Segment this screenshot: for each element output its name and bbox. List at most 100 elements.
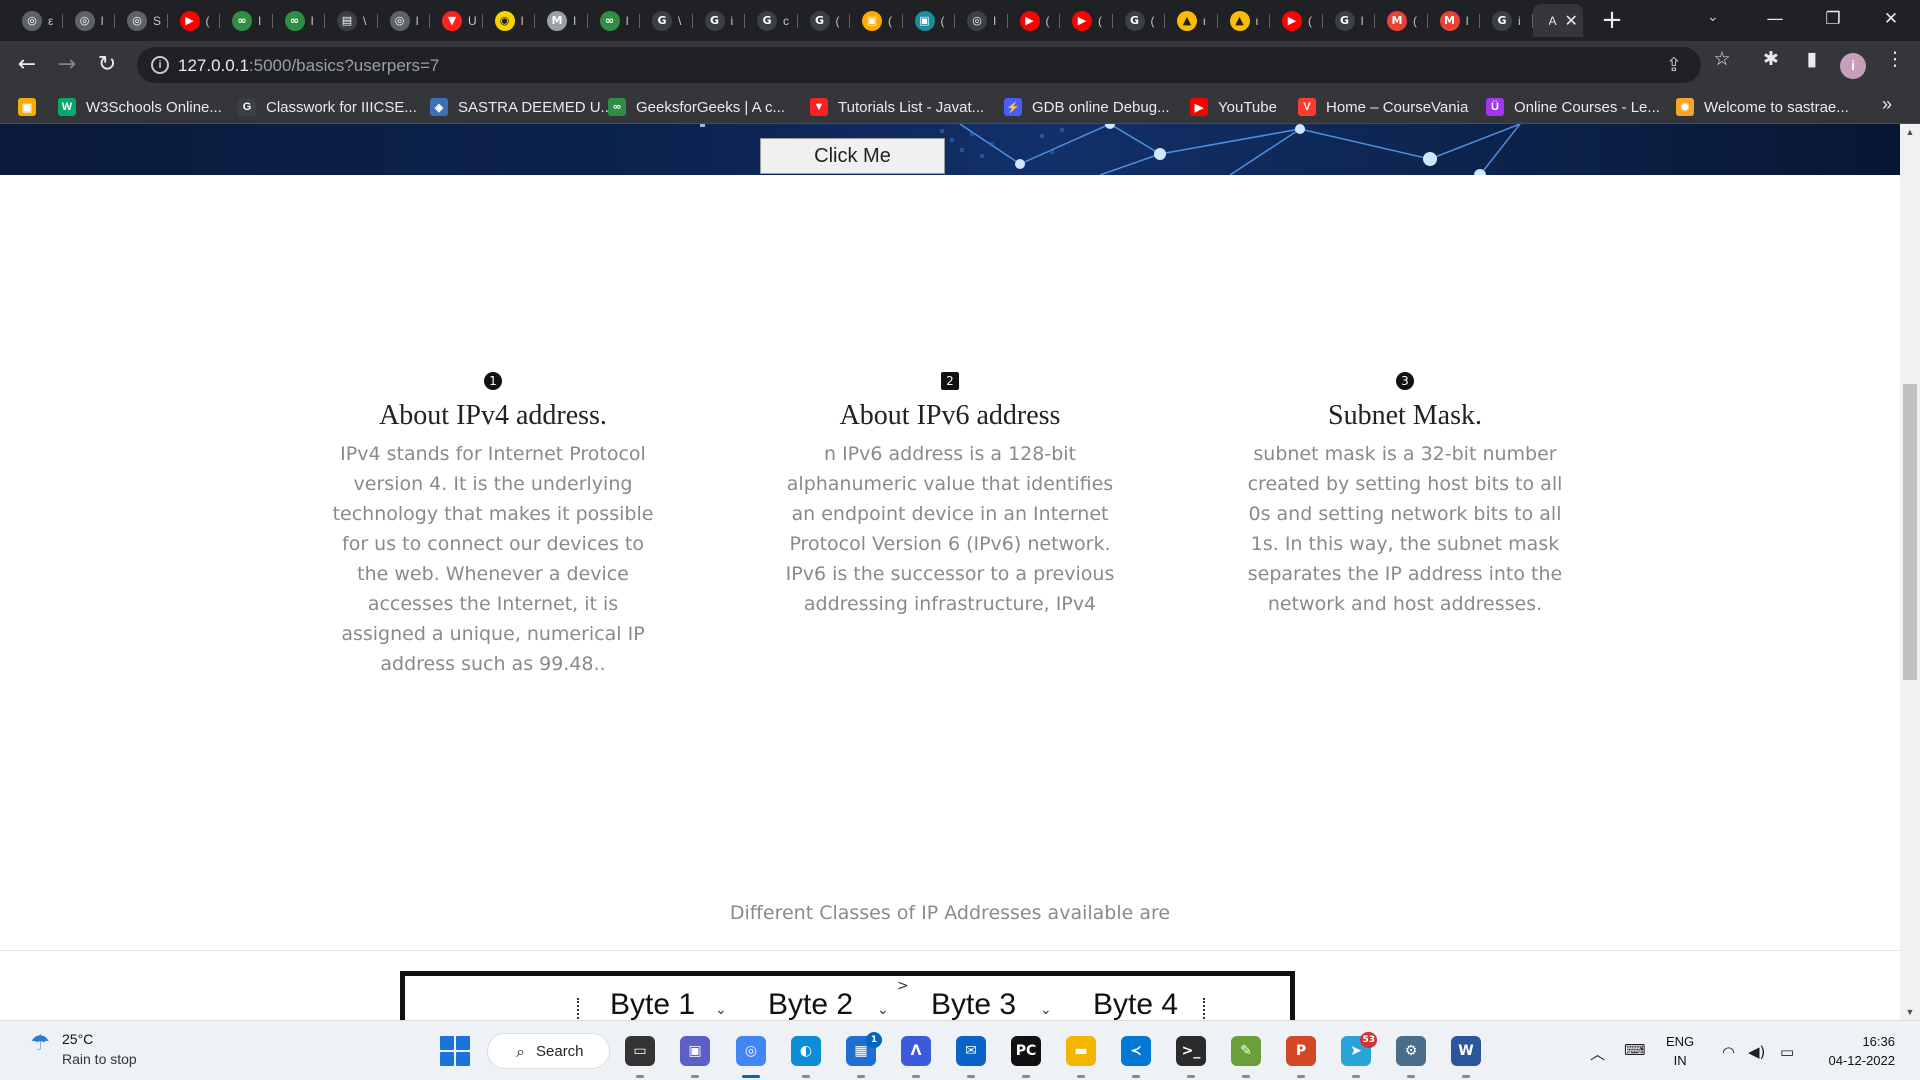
- close-window-button[interactable]: ✕: [1868, 4, 1914, 34]
- notification-badge: 1: [866, 1032, 882, 1048]
- bookmark-item[interactable]: ▣: [18, 96, 46, 118]
- browser-tab[interactable]: ∞ I: [588, 4, 641, 37]
- bookmark-item[interactable]: ∞ GeeksforGeeks | A c...: [608, 96, 785, 118]
- bookmark-star-icon[interactable]: ☆: [1709, 46, 1735, 72]
- browser-tab[interactable]: ▲ ι: [1218, 4, 1271, 37]
- clock-time: 16:36: [1862, 1034, 1895, 1049]
- wifi-icon[interactable]: ◠: [1722, 1043, 1735, 1061]
- scroll-up-button[interactable]: ▲: [1900, 124, 1920, 140]
- extensions-icon[interactable]: ✱: [1758, 46, 1784, 72]
- browser-tab[interactable]: Gc: [745, 4, 798, 37]
- restore-button[interactable]: ❐: [1810, 4, 1856, 34]
- browser-tab[interactable]: M(: [1375, 4, 1428, 37]
- vscode-icon[interactable]: ≺: [1121, 1036, 1151, 1066]
- browser-tab[interactable]: ▶(: [1008, 4, 1061, 37]
- reload-button[interactable]: ↻: [92, 50, 122, 80]
- browser-tab[interactable]: Gi: [693, 4, 746, 37]
- browser-tab[interactable]: ◎ I: [63, 4, 116, 37]
- forward-button[interactable]: →: [52, 50, 82, 80]
- bookmark-item[interactable]: ▼ Tutorials List - Javat...: [810, 96, 984, 118]
- browser-tab[interactable]: ∞ I: [273, 4, 326, 37]
- volume-icon[interactable]: ◀): [1748, 1043, 1765, 1061]
- click-me-button[interactable]: Click Me: [760, 138, 945, 174]
- browser-tab[interactable]: ▶(: [1270, 4, 1323, 37]
- bookmark-item[interactable]: ⚡ GDB online Debug...: [1004, 96, 1170, 118]
- browser-tab[interactable]: G(: [798, 4, 851, 37]
- taskbar-search[interactable]: ⌕ Search: [487, 1033, 610, 1069]
- edge-icon[interactable]: ◐: [791, 1036, 821, 1066]
- browser-tab[interactable]: G(: [1113, 4, 1166, 37]
- word-icon[interactable]: W: [1451, 1036, 1481, 1066]
- photos-icon[interactable]: ✎: [1231, 1036, 1261, 1066]
- weather-widget[interactable]: ☂ 25°C Rain to stop: [30, 1031, 137, 1067]
- language-indicator[interactable]: ENG IN: [1666, 1032, 1694, 1070]
- powerpoint-icon[interactable]: P: [1286, 1036, 1316, 1066]
- mail-icon[interactable]: ✉: [956, 1036, 986, 1066]
- active-browser-tab[interactable]: A ✕: [1532, 4, 1583, 37]
- browser-tab[interactable]: ◎ I: [378, 4, 431, 37]
- close-tab-icon[interactable]: ✕: [1565, 11, 1578, 31]
- keyboard-icon[interactable]: ⌨: [1624, 1041, 1646, 1059]
- address-bar[interactable]: i 127.0.0.1:5000/basics?userpers=7 ⇪: [137, 47, 1701, 83]
- new-tab-button[interactable]: +: [1598, 7, 1626, 35]
- settings-icon[interactable]: ⚙: [1396, 1036, 1426, 1066]
- start-button[interactable]: [440, 1036, 470, 1066]
- page-scrollbar[interactable]: ▲ ▼: [1900, 124, 1920, 1020]
- url-text[interactable]: 127.0.0.1:5000/basics?userpers=7: [178, 56, 439, 76]
- telegram-icon[interactable]: ➤ 53: [1341, 1032, 1377, 1066]
- bookmark-item[interactable]: W W3Schools Online...: [58, 96, 222, 118]
- bookmark-item[interactable]: Ü Online Courses - Le...: [1486, 96, 1660, 118]
- folder-icon[interactable]: ▬: [1066, 1036, 1096, 1066]
- tray-overflow-icon[interactable]: ︿: [1590, 1043, 1605, 1064]
- side-panel-icon[interactable]: ▮: [1799, 46, 1825, 72]
- site-info-icon[interactable]: i: [151, 56, 169, 74]
- bookmark-item[interactable]: G Classwork for IIICSE...: [238, 96, 417, 118]
- pycharm-icon[interactable]: PC: [1011, 1036, 1041, 1066]
- system-clock[interactable]: 16:36 04-12-2022: [1815, 1032, 1896, 1070]
- google-icon: G: [1334, 10, 1355, 31]
- browser-tab[interactable]: ∞ I: [220, 4, 273, 37]
- browser-tab[interactable]: ▤ \: [325, 4, 378, 37]
- browser-tab[interactable]: ◎ S: [115, 4, 168, 37]
- azure-icon[interactable]: Λ: [901, 1036, 931, 1066]
- minimize-button[interactable]: —: [1752, 4, 1798, 34]
- tab-search-button[interactable]: ⌄: [1707, 8, 1719, 25]
- browser-tab[interactable]: G \: [640, 4, 693, 37]
- chrome-icon[interactable]: ◎: [736, 1036, 766, 1066]
- browser-tab[interactable]: ▣(: [850, 4, 903, 37]
- bookmark-item[interactable]: ▶ YouTube: [1190, 96, 1277, 118]
- browser-tab[interactable]: ▲ ι: [1165, 4, 1218, 37]
- browser-tab[interactable]: ◉ I: [483, 4, 536, 37]
- browser-tab[interactable]: Gi: [1480, 4, 1533, 37]
- profile-avatar[interactable]: i: [1840, 53, 1866, 79]
- bookmark-item[interactable]: V Home – CourseVania: [1298, 96, 1468, 118]
- share-icon[interactable]: ⇪: [1661, 52, 1687, 78]
- file-explorer-window-icon[interactable]: ▭: [625, 1036, 655, 1066]
- scrollbar-thumb[interactable]: [1903, 384, 1917, 681]
- bookmarks-overflow-button[interactable]: »: [1882, 94, 1892, 115]
- back-button[interactable]: ←: [12, 50, 42, 80]
- browser-tab[interactable]: GI: [1323, 4, 1376, 37]
- bookmark-item[interactable]: ◈ SASTRA DEEMED U...: [430, 96, 613, 118]
- bookmark-label: Welcome to sastrae...: [1704, 98, 1849, 116]
- running-indicator: [1132, 1075, 1140, 1078]
- tab-title: I: [258, 13, 262, 28]
- browser-tab[interactable]: ▶(: [1060, 4, 1113, 37]
- running-indicator: [636, 1075, 644, 1078]
- scroll-down-button[interactable]: ▼: [1900, 1004, 1920, 1020]
- running-indicator: [967, 1075, 975, 1078]
- battery-icon[interactable]: ▭: [1780, 1043, 1794, 1061]
- store-icon[interactable]: ▦ 1: [846, 1032, 882, 1066]
- bookmark-item[interactable]: ✹ Welcome to sastrae...: [1676, 96, 1849, 118]
- terminal-icon[interactable]: >_: [1176, 1036, 1206, 1066]
- browser-tab[interactable]: ◎ I: [955, 4, 1008, 37]
- browser-tab[interactable]: ▼ U: [430, 4, 483, 37]
- browser-tab[interactable]: ◎ ε: [10, 4, 63, 37]
- google-icon: G: [809, 10, 830, 31]
- chrome-menu-icon[interactable]: ⋮: [1882, 46, 1908, 72]
- browser-tab[interactable]: MI: [535, 4, 588, 37]
- browser-tab[interactable]: MI: [1428, 4, 1481, 37]
- teams-icon[interactable]: ▣: [680, 1036, 710, 1066]
- browser-tab[interactable]: ▶(: [168, 4, 221, 37]
- browser-tab[interactable]: ▣(: [903, 4, 956, 37]
